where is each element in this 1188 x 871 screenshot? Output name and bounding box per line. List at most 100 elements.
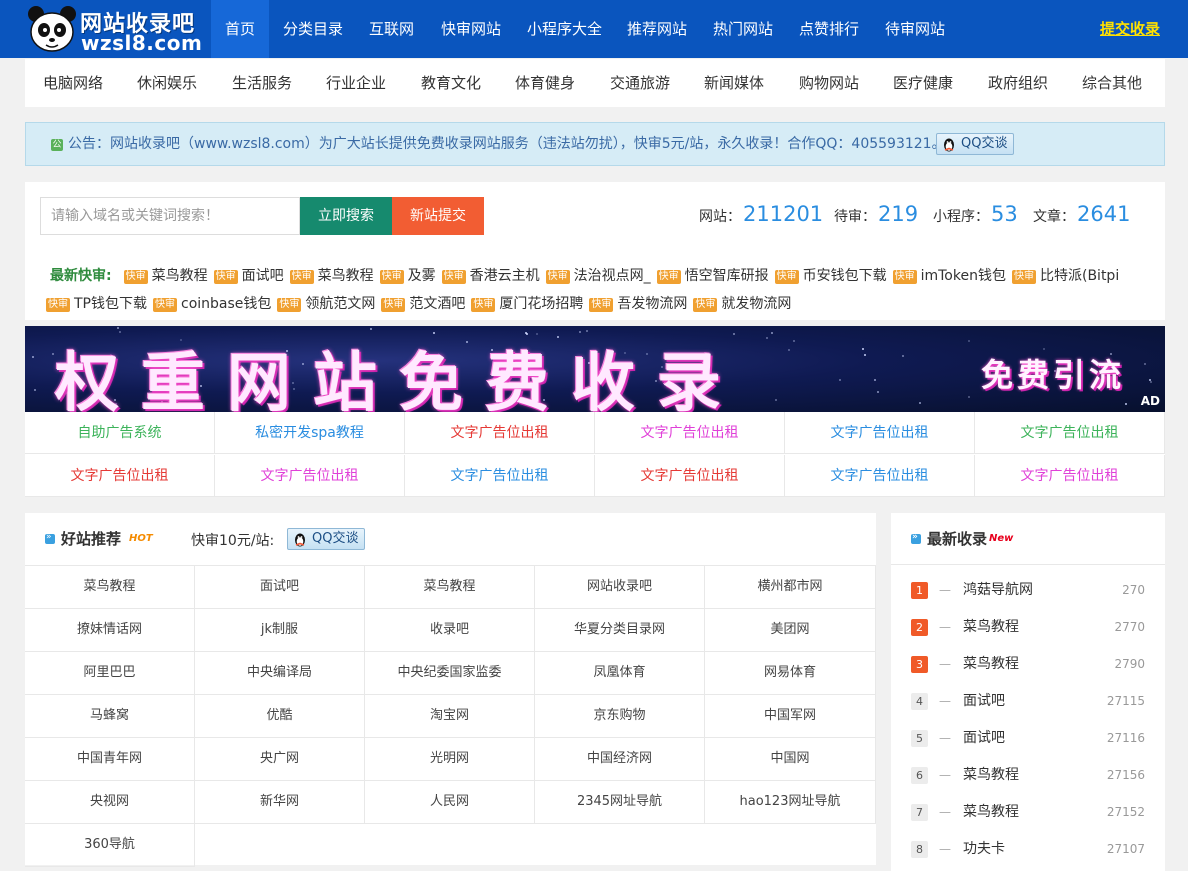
submit-site-link[interactable]: 提交收录	[1100, 0, 1160, 58]
qq-chat-button[interactable]: QQ交谈	[287, 528, 366, 550]
latest-fast-review-item[interactable]: 及雾	[408, 268, 436, 284]
text-ad-link[interactable]: 文字广告位出租	[215, 455, 405, 497]
search-input[interactable]: 请输入域名或关键词搜索！	[40, 197, 300, 235]
category-item[interactable]: 电脑网络	[33, 59, 113, 107]
recommended-site-link[interactable]: 新华网	[195, 781, 365, 824]
category-item[interactable]: 购物网站	[789, 59, 869, 107]
recommended-site-link[interactable]: 央视网	[25, 781, 195, 824]
nav-popular[interactable]: 热门网站	[699, 0, 787, 58]
category-item[interactable]: 新闻媒体	[694, 59, 774, 107]
text-ad-link[interactable]: 文字广告位出租	[405, 412, 595, 454]
text-ad-link[interactable]: 文字广告位出租	[975, 455, 1165, 497]
category-item[interactable]: 休闲娱乐	[127, 59, 207, 107]
text-ad-link[interactable]: 自助广告系统	[25, 412, 215, 454]
newest-list-item[interactable]: 2 — 菜鸟教程 2770	[891, 609, 1165, 646]
recommended-site-link[interactable]: 撩妹情话网	[25, 609, 195, 652]
recommended-site-link[interactable]: 美团网	[705, 609, 876, 652]
recommended-site-link[interactable]: 横州都市网	[705, 566, 876, 609]
nav-recommended[interactable]: 推荐网站	[613, 0, 701, 58]
recommended-site-link[interactable]: 中国军网	[705, 695, 876, 738]
newest-site-name[interactable]: 菜鸟教程	[963, 794, 1019, 831]
recommended-site-link[interactable]: jk制服	[195, 609, 365, 652]
category-item[interactable]: 体育健身	[505, 59, 585, 107]
newest-list-item[interactable]: 6 — 菜鸟教程 27156	[891, 757, 1165, 794]
latest-fast-review-item[interactable]: 范文酒吧	[409, 296, 465, 312]
text-ad-link[interactable]: 文字广告位出租	[785, 412, 975, 454]
recommended-site-link[interactable]: 阿里巴巴	[25, 652, 195, 695]
latest-fast-review-item[interactable]: 吾发物流网	[617, 296, 687, 312]
newest-list-item[interactable]: 4 — 面试吧 27115	[891, 683, 1165, 720]
ad-banner[interactable]: 权重网站免费收录 免费引流 AD	[25, 326, 1165, 412]
recommended-site-link[interactable]: 网站收录吧	[535, 566, 705, 609]
category-item[interactable]: 行业企业	[316, 59, 396, 107]
recommended-site-link[interactable]: 光明网	[365, 738, 535, 781]
recommended-site-link[interactable]: 中央编译局	[195, 652, 365, 695]
newest-list-item[interactable]: 5 — 面试吧 27116	[891, 720, 1165, 757]
latest-fast-review-item[interactable]: 悟空智库研报	[685, 268, 769, 284]
recommended-site-link[interactable]: 央广网	[195, 738, 365, 781]
newest-site-name[interactable]: 鸿菇导航网	[963, 572, 1033, 609]
recommended-site-link[interactable]: 360导航	[25, 824, 195, 867]
text-ad-link[interactable]: 文字广告位出租	[785, 455, 975, 497]
recommended-site-link[interactable]: 人民网	[365, 781, 535, 824]
nav-pending[interactable]: 待审网站	[871, 0, 959, 58]
latest-fast-review-item[interactable]: imToken钱包	[921, 268, 1006, 284]
latest-fast-review-item[interactable]: 菜鸟教程	[152, 268, 208, 284]
text-ad-link[interactable]: 文字广告位出租	[595, 412, 785, 454]
nav-fast-review[interactable]: 快审网站	[427, 0, 515, 58]
text-ad-link[interactable]: 文字广告位出租	[595, 455, 785, 497]
latest-fast-review-item[interactable]: 菜鸟教程	[318, 268, 374, 284]
recommended-site-link[interactable]: 优酷	[195, 695, 365, 738]
newest-site-name[interactable]: 面试吧	[963, 683, 1005, 720]
site-logo[interactable]: 网站收录吧 wzsl8.com	[26, 4, 206, 55]
nav-likes-ranking[interactable]: 点赞排行	[785, 0, 873, 58]
category-item[interactable]: 综合其他	[1072, 59, 1152, 107]
recommended-site-link[interactable]: 中国经济网	[535, 738, 705, 781]
recommended-site-link[interactable]: 面试吧	[195, 566, 365, 609]
recommended-site-link[interactable]: 收录吧	[365, 609, 535, 652]
latest-fast-review-item[interactable]: coinbase钱包	[181, 296, 271, 312]
recommended-site-link[interactable]: 马蜂窝	[25, 695, 195, 738]
recommended-site-link[interactable]: 淘宝网	[365, 695, 535, 738]
latest-fast-review-item[interactable]: 比特派(Bitpi	[1040, 268, 1119, 284]
newest-site-name[interactable]: 菜鸟教程	[963, 757, 1019, 794]
qq-chat-button[interactable]: QQ交谈	[936, 133, 1015, 155]
newest-site-name[interactable]: 菜鸟教程	[963, 646, 1019, 683]
recommended-site-link[interactable]: 凤凰体育	[535, 652, 705, 695]
nav-internet[interactable]: 互联网	[355, 0, 428, 58]
category-item[interactable]: 交通旅游	[600, 59, 680, 107]
new-site-submit-button[interactable]: 新站提交	[392, 197, 484, 235]
latest-fast-review-item[interactable]: 面试吧	[242, 268, 284, 284]
latest-fast-review-item[interactable]: 法治视点网_	[574, 268, 651, 284]
newest-list-item[interactable]: 8 — 功夫卡 27107	[891, 831, 1165, 868]
recommended-site-link[interactable]: 中国青年网	[25, 738, 195, 781]
recommended-site-link[interactable]: 菜鸟教程	[365, 566, 535, 609]
recommended-site-link[interactable]: hao123网址导航	[705, 781, 876, 824]
text-ad-link[interactable]: 私密开发spa教程	[215, 412, 405, 454]
text-ad-link[interactable]: 文字广告位出租	[25, 455, 215, 497]
latest-fast-review-item[interactable]: 厦门花场招聘	[499, 296, 583, 312]
latest-fast-review-item[interactable]: 就发物流网	[721, 296, 791, 312]
latest-fast-review-item[interactable]: TP钱包下载	[74, 296, 147, 312]
search-button[interactable]: 立即搜索	[300, 197, 392, 235]
recommended-site-link[interactable]: 京东购物	[535, 695, 705, 738]
newest-list-item[interactable]: 3 — 菜鸟教程 2790	[891, 646, 1165, 683]
nav-mini-programs[interactable]: 小程序大全	[513, 0, 616, 58]
text-ad-link[interactable]: 文字广告位出租	[405, 455, 595, 497]
recommended-site-link[interactable]: 菜鸟教程	[25, 566, 195, 609]
latest-fast-review-item[interactable]: 香港云主机	[470, 268, 540, 284]
recommended-site-link[interactable]: 网易体育	[705, 652, 876, 695]
latest-fast-review-item[interactable]: 币安钱包下载	[803, 268, 887, 284]
newest-list-item[interactable]: 7 — 菜鸟教程 27152	[891, 794, 1165, 831]
category-item[interactable]: 医疗健康	[883, 59, 963, 107]
category-item[interactable]: 政府组织	[978, 59, 1058, 107]
newest-list-item[interactable]: 1 — 鸿菇导航网 270	[891, 572, 1165, 609]
recommended-site-link[interactable]: 中央纪委国家监委	[365, 652, 535, 695]
category-item[interactable]: 教育文化	[411, 59, 491, 107]
recommended-site-link[interactable]: 华夏分类目录网	[535, 609, 705, 652]
newest-site-name[interactable]: 面试吧	[963, 720, 1005, 757]
text-ad-link[interactable]: 文字广告位出租	[975, 412, 1165, 454]
recommended-site-link[interactable]: 中国网	[705, 738, 876, 781]
newest-site-name[interactable]: 功夫卡	[963, 831, 1005, 868]
nav-home[interactable]: 首页	[211, 0, 270, 58]
